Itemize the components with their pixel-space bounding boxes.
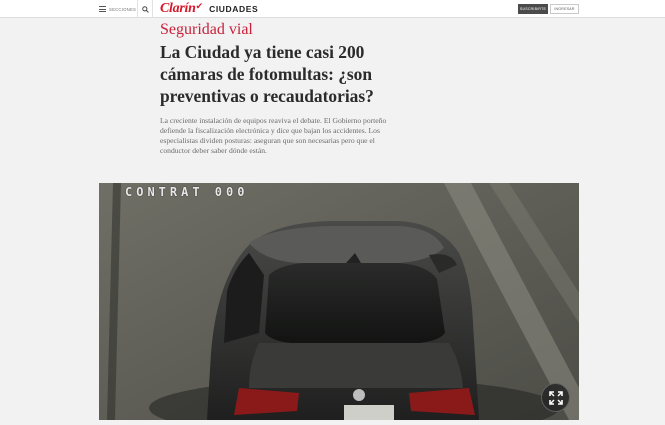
- expand-icon: [548, 390, 563, 405]
- article-photo[interactable]: CONTRAT 000: [99, 183, 579, 420]
- sections-menu-button[interactable]: Secciones: [92, 0, 138, 18]
- article-lead: La creciente instalación de equipos reav…: [160, 116, 387, 156]
- photo-caption-strip: [99, 420, 579, 425]
- search-button[interactable]: [138, 0, 153, 18]
- subscribe-button[interactable]: Suscribirte: [518, 4, 548, 14]
- login-button[interactable]: Ingresar: [550, 4, 579, 14]
- article-kicker: Seguridad vial: [160, 21, 253, 38]
- hamburger-icon: [99, 6, 106, 12]
- logo-mark-icon: ✔: [195, 1, 204, 11]
- brand: Clarín ✔ CIUDADES: [160, 1, 258, 17]
- article-headline: La Ciudad ya tiene casi 200 cámaras de f…: [160, 42, 374, 106]
- sections-menu-label: Secciones: [109, 6, 137, 12]
- section-title[interactable]: CIUDADES: [209, 4, 258, 14]
- clarin-logo[interactable]: Clarín: [160, 1, 196, 17]
- camera-overlay-text: CONTRAT 000: [125, 185, 249, 199]
- car-photo-illustration: [99, 183, 579, 420]
- expand-photo-button[interactable]: [541, 383, 570, 412]
- top-header: Secciones Clarín ✔ CIUDADES Suscribirte …: [0, 0, 665, 18]
- search-icon: [141, 5, 149, 13]
